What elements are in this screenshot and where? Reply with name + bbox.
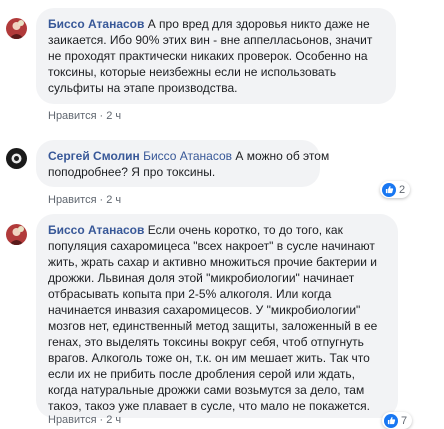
comment-author[interactable]: Сергей Смолин — [48, 149, 140, 163]
comment-text-line: генах, это выделять токсины вокруг себя,… — [48, 335, 364, 349]
comment-text-line: токсины, которые неизбежны если не испол… — [48, 65, 337, 79]
reaction-summary[interactable]: 7 — [382, 412, 413, 429]
comment-text-line: сульфиты на этапе производства. — [48, 81, 238, 95]
thumbs-up-icon — [384, 413, 398, 428]
comment-text-line: врагов. Алкоголь тоже он, т.к. он им меш… — [48, 351, 370, 365]
reaction-summary[interactable]: 2 — [380, 181, 411, 198]
like-link[interactable]: Нравится — [48, 414, 97, 426]
comment-text-line: жить, жрать сахар и активно множиться пр… — [48, 255, 377, 269]
reaction-count: 2 — [399, 183, 406, 196]
comment-text-line: не проходят практически никаких проверок… — [48, 49, 368, 63]
thumbs-up-icon — [382, 182, 396, 197]
comment-text-line: мозгов нет, единственный метод защиты, з… — [48, 319, 378, 333]
comment-text-line: такоэ, такоэ уже плавает в сусле, что ма… — [48, 399, 370, 413]
comment-author[interactable]: Биссо Атанасов — [48, 17, 144, 31]
avatar-photo-icon — [6, 148, 27, 169]
avatar[interactable] — [6, 224, 27, 245]
comment-bubble: Биссо Атанасов Если очень коротко, то до… — [36, 214, 398, 418]
comment-actions: Нравится · 2 ч — [48, 110, 122, 122]
comment-text-line: когда натуральные дрожжи сами возьмутся … — [48, 383, 365, 397]
comment-text-line: Если очень коротко, то до того, как — [147, 223, 343, 237]
avatar-photo-icon — [6, 224, 27, 245]
comment-actions: Нравится · 2 ч — [48, 194, 122, 206]
comment-text-line: популяция сахаромицеса "всех накроет" в … — [48, 239, 375, 253]
comment-timestamp[interactable]: 2 ч — [106, 194, 121, 206]
like-link[interactable]: Нравится — [48, 110, 97, 122]
comment-text-line: дрожжи. Львиная доля этой "микробиологии… — [48, 271, 355, 285]
avatar[interactable] — [6, 18, 27, 39]
comment-author[interactable]: Биссо Атанасов — [48, 223, 144, 237]
comment-text-line: если их не прибить после дробления серой… — [48, 367, 355, 381]
avatar[interactable] — [6, 148, 27, 169]
comment-bubble: Биссо Атанасов А про вред для здоровья н… — [36, 8, 396, 104]
comment-text-line: отбрасывать копыта при 2-5% алкоголя. Ил… — [48, 287, 332, 301]
comment-text-line: А про вред для здоровья никто даже не — [147, 17, 370, 31]
comment-bubble: Сергей Смолин Биссо Атанасов А можно об … — [36, 140, 329, 187]
reply-mention[interactable]: Биссо Атанасов — [143, 149, 232, 163]
comment-text-line: заикается. Ибо 90% этих вин - вне аппелл… — [48, 33, 373, 47]
comment-timestamp[interactable]: 2 ч — [106, 110, 121, 122]
comment-actions: Нравится · 2 ч — [48, 414, 122, 426]
reaction-count: 7 — [401, 414, 408, 427]
comment-text-line: начинается инвазия сахаромицесов. У "мик… — [48, 303, 361, 317]
avatar-photo-icon — [6, 18, 27, 39]
comment-text-line: А можно об этом — [235, 149, 330, 163]
like-link[interactable]: Нравится — [48, 194, 97, 206]
comment-timestamp[interactable]: 2 ч — [106, 414, 121, 426]
comment-text-line: поподробнее? Я про токсины. — [48, 165, 216, 179]
